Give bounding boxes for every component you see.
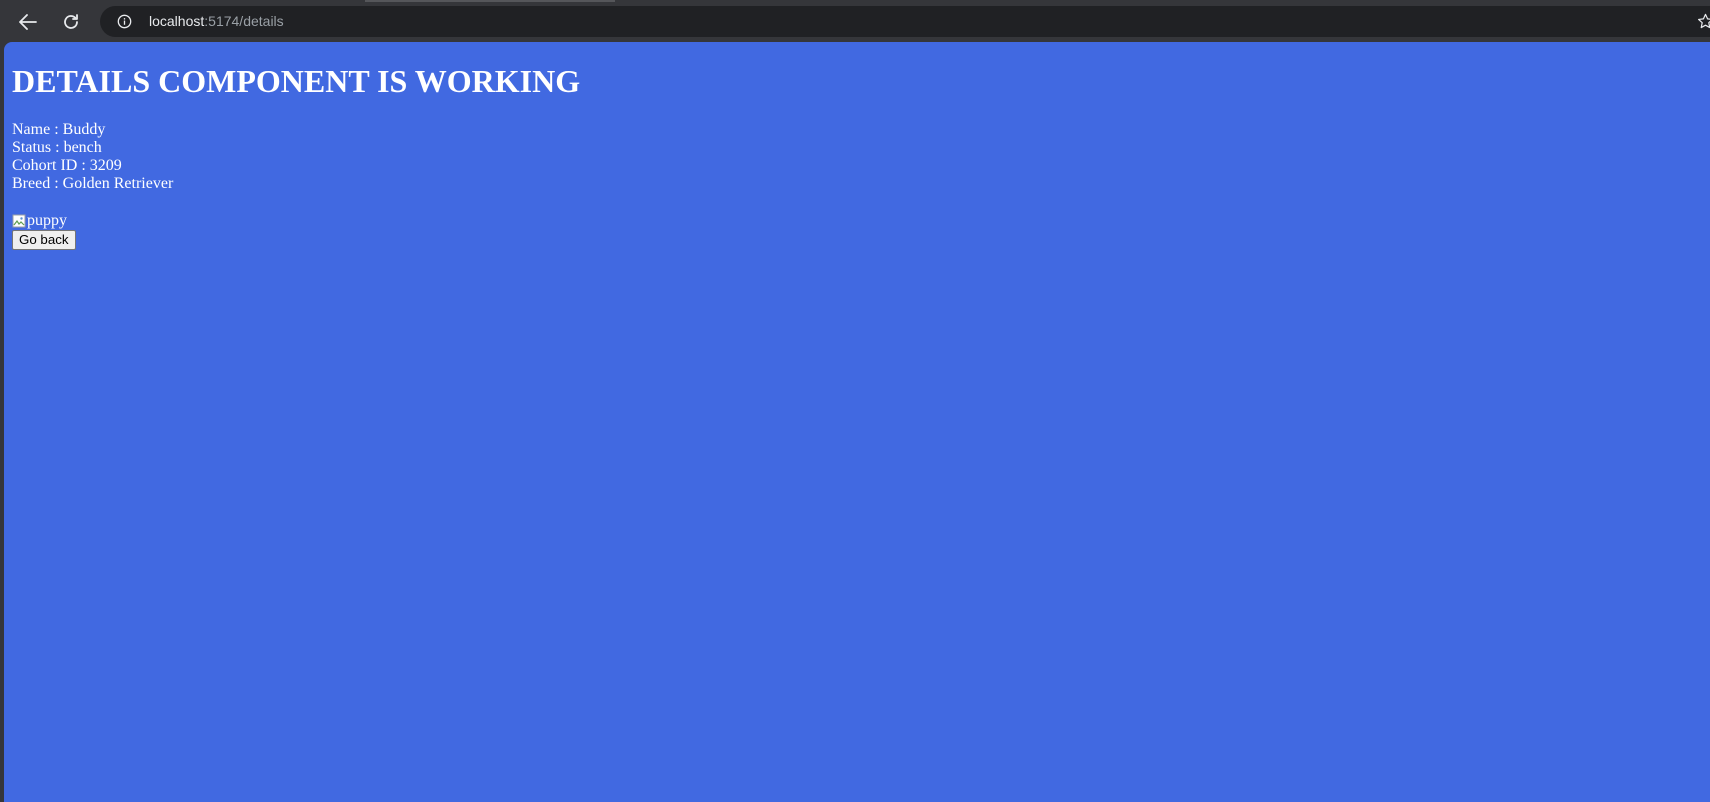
tab-strip-edge <box>365 0 615 2</box>
detail-name: Name : Buddy <box>12 121 106 138</box>
detail-breed: Breed : Golden Retriever <box>12 175 174 192</box>
star-icon[interactable] <box>1697 13 1710 30</box>
url-host: localhost <box>149 13 205 29</box>
reload-icon <box>64 14 78 29</box>
detail-cohort-id: Cohort ID : 3209 <box>12 157 122 174</box>
detail-status: Status : bench <box>12 139 102 156</box>
image-alt-text: puppy <box>27 212 67 229</box>
broken-image-icon <box>12 214 26 228</box>
browser-toolbar: localhost:5174/details <box>0 0 1710 42</box>
address-bar[interactable]: localhost:5174/details <box>100 6 1710 37</box>
back-button[interactable] <box>15 9 41 35</box>
url-path: :5174/details <box>204 13 284 29</box>
url-text[interactable]: localhost:5174/details <box>149 12 284 31</box>
reload-button[interactable] <box>58 9 84 35</box>
puppy-image: puppy <box>12 212 67 230</box>
info-icon[interactable] <box>117 14 132 29</box>
go-back-button[interactable]: Go back <box>12 230 76 250</box>
page-viewport: DETAILS COMPONENT IS WORKING Name : Budd… <box>4 42 1710 802</box>
page-title: DETAILS COMPONENT IS WORKING <box>12 63 581 99</box>
back-arrow-icon <box>19 14 37 30</box>
dog-details: Name : Buddy Status : bench Cohort ID : … <box>12 121 173 193</box>
